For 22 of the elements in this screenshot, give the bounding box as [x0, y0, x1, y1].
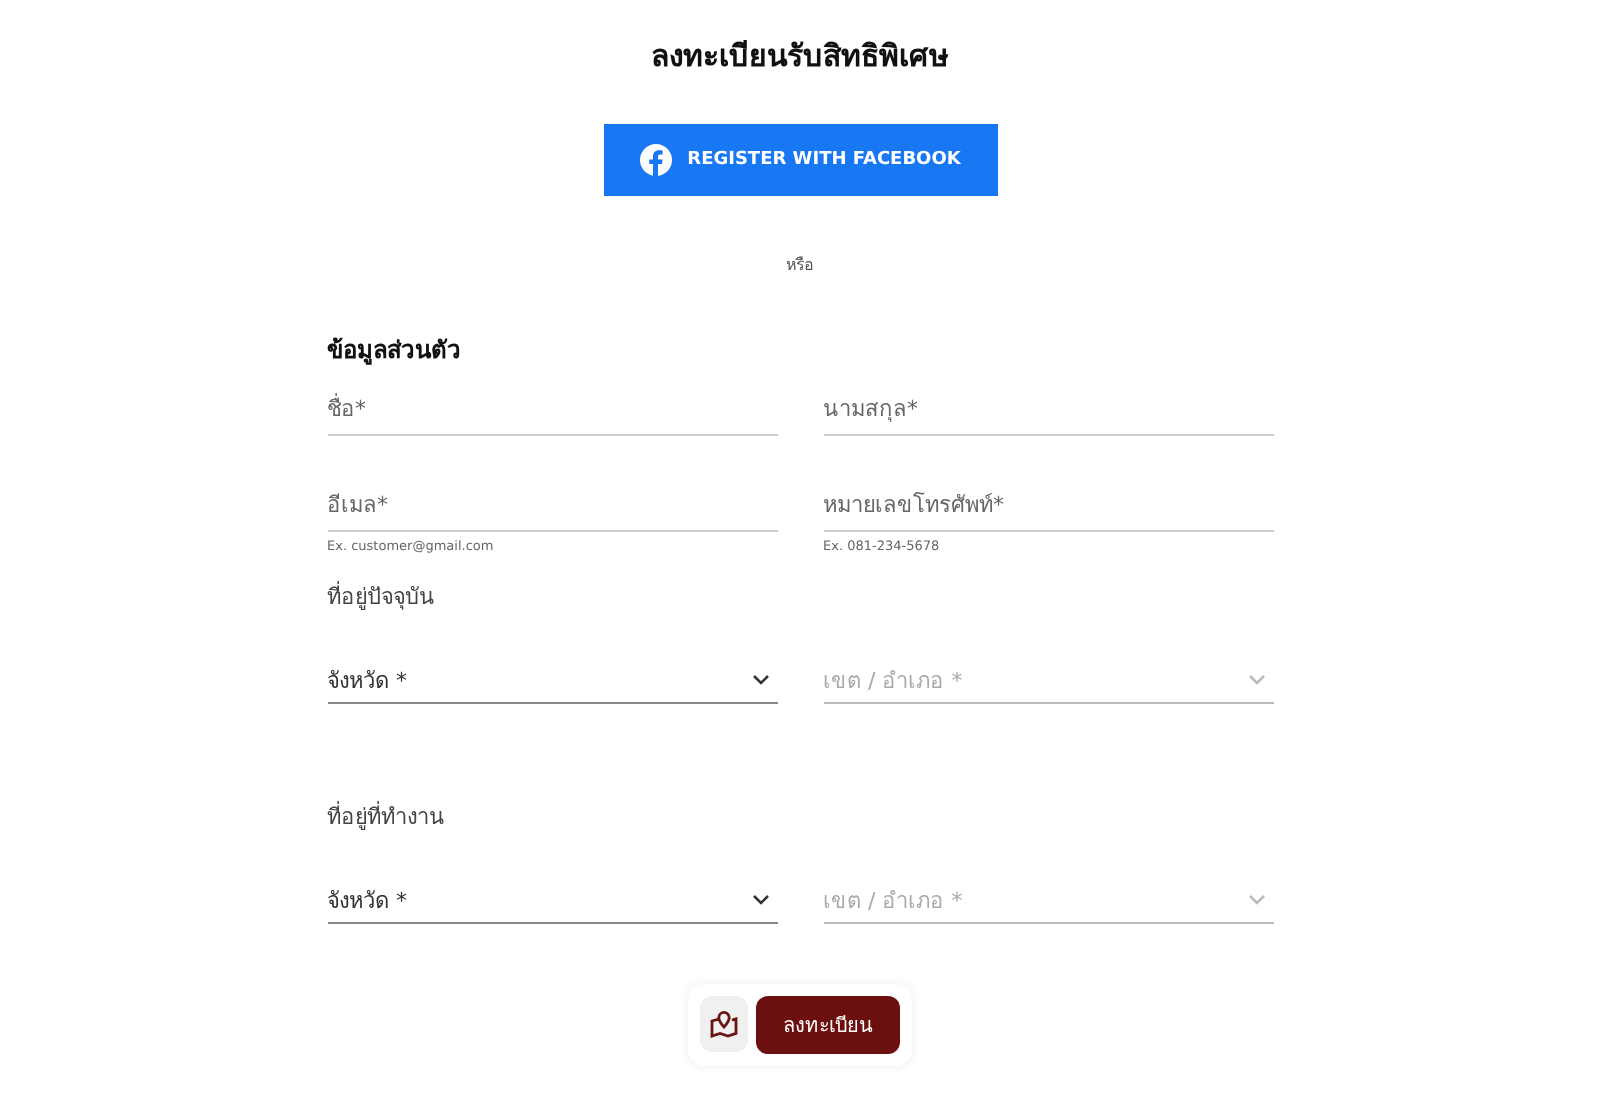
map-pin-icon [710, 1010, 738, 1038]
text-input-field[interactable]: นามสกุล* [823, 380, 1273, 436]
text-input-field[interactable]: หมายเลขโทรศัพท์* [823, 476, 1273, 532]
chevron-down-icon [751, 674, 769, 686]
section-title: ข้อมูลส่วนตัว [327, 334, 463, 368]
dropdown-field: เขต / อำเภอ * [823, 882, 1273, 924]
page-title: ลงทะเบียนรับสิทธิพิเศษ [651, 36, 949, 78]
dropdown-field: เขต / อำเภอ * [823, 662, 1273, 704]
dropdown-field[interactable]: จังหวัด * [327, 882, 777, 924]
facebook-icon [639, 144, 672, 176]
chevron-down-icon [1247, 674, 1265, 686]
map-pin-button[interactable] [700, 996, 748, 1052]
or-divider-text: หรือ [786, 254, 814, 278]
facebook-register-button[interactable]: REGISTER WITH FACEBOOK [603, 124, 997, 196]
dropdown-field[interactable]: จังหวัด * [327, 662, 777, 704]
address-label: ที่อยู่ปัจจุบัน [327, 579, 437, 614]
address-label: ที่อยู่ที่ทำงาน [327, 799, 447, 834]
text-input-field[interactable]: ชื่อ* [327, 380, 777, 436]
chevron-down-icon [1247, 894, 1265, 906]
register-button[interactable]: ลงทะเบียน [756, 996, 900, 1054]
text-input-field[interactable]: อีเมล* [327, 476, 777, 532]
chevron-down-icon [751, 894, 769, 906]
